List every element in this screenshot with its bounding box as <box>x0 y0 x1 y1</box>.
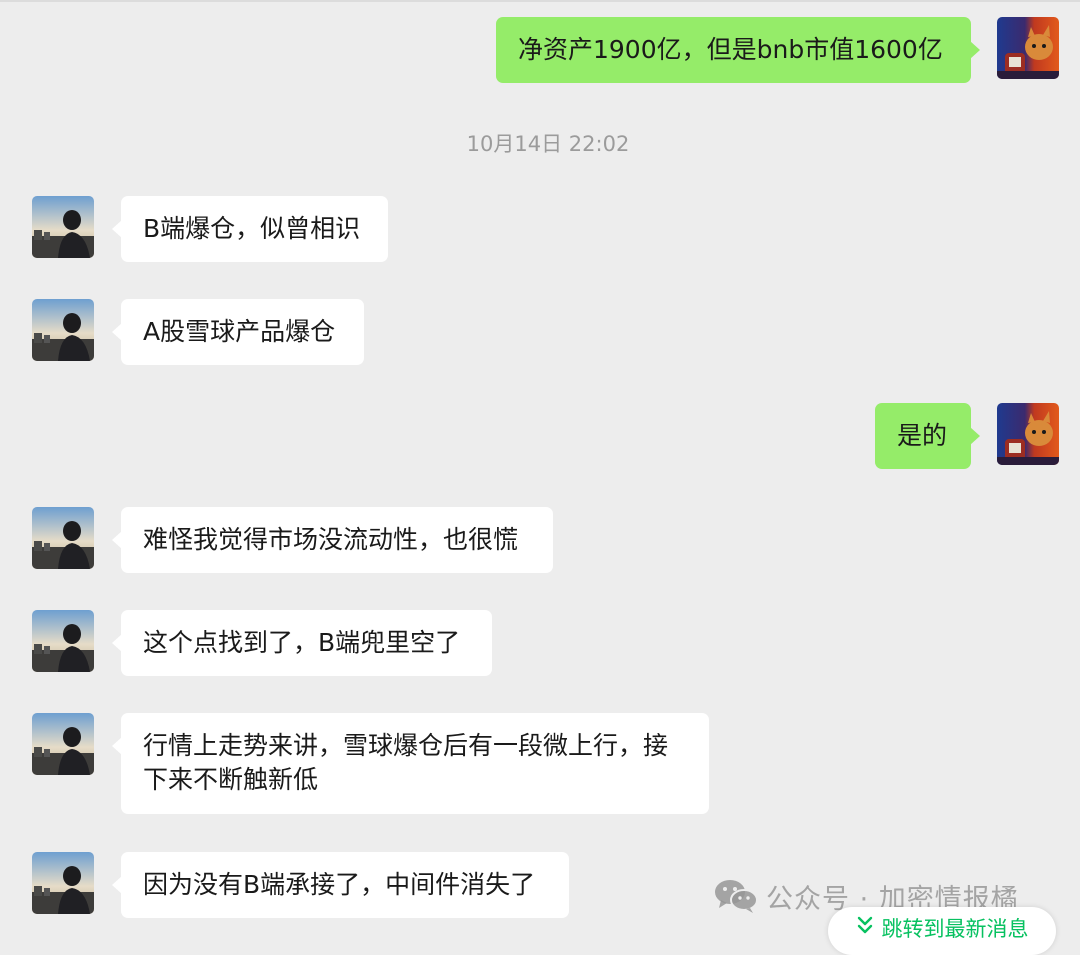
contact-avatar[interactable] <box>32 610 94 672</box>
message-bubble-other[interactable]: 行情上走势来讲，雪球爆仓后有一段微上行，接下来不断触新低 <box>112 713 709 814</box>
message-bubble-self[interactable]: 净资产1900亿，但是bnb市值1600亿 <box>496 17 980 83</box>
message-bubble-other[interactable]: 难怪我觉得市场没流动性，也很慌 <box>112 507 553 573</box>
double-chevron-down-icon <box>857 916 872 934</box>
message-text: 净资产1900亿，但是bnb市值1600亿 <box>518 35 943 64</box>
message-text: 这个点找到了，B端兜里空了 <box>143 628 461 657</box>
message-text: B端爆仓，似曾相识 <box>143 214 361 243</box>
message-text: A股雪球产品爆仓 <box>143 317 336 346</box>
contact-avatar[interactable] <box>32 299 94 361</box>
wechat-logo-icon <box>715 880 758 913</box>
contact-avatar[interactable] <box>32 507 94 569</box>
self-avatar[interactable] <box>997 17 1059 79</box>
contact-avatar[interactable] <box>32 713 94 775</box>
message-text: 难怪我觉得市场没流动性，也很慌 <box>143 525 519 554</box>
message-text: 因为没有B端承接了，中间件消失了 <box>143 870 536 899</box>
message-text: 行情上走势来讲，雪球爆仓后有一段微上行，接下来不断触新低 <box>143 731 669 794</box>
contact-avatar[interactable] <box>32 852 94 914</box>
message-bubble-self[interactable]: 是的 <box>875 403 980 469</box>
message-bubble-other[interactable]: A股雪球产品爆仓 <box>112 299 364 365</box>
message-bubble-other[interactable]: 这个点找到了，B端兜里空了 <box>112 610 492 676</box>
message-bubble-other[interactable]: 因为没有B端承接了，中间件消失了 <box>112 852 569 918</box>
message-bubble-other[interactable]: B端爆仓，似曾相识 <box>112 196 388 262</box>
self-avatar[interactable] <box>997 403 1059 465</box>
message-timestamp: 10月14日 22:02 <box>466 132 630 156</box>
message-text: 是的 <box>897 421 948 450</box>
top-divider <box>0 0 1080 2</box>
jump-to-latest-button[interactable]: 跳转到最新消息 <box>828 907 1056 955</box>
contact-avatar[interactable] <box>32 196 94 258</box>
